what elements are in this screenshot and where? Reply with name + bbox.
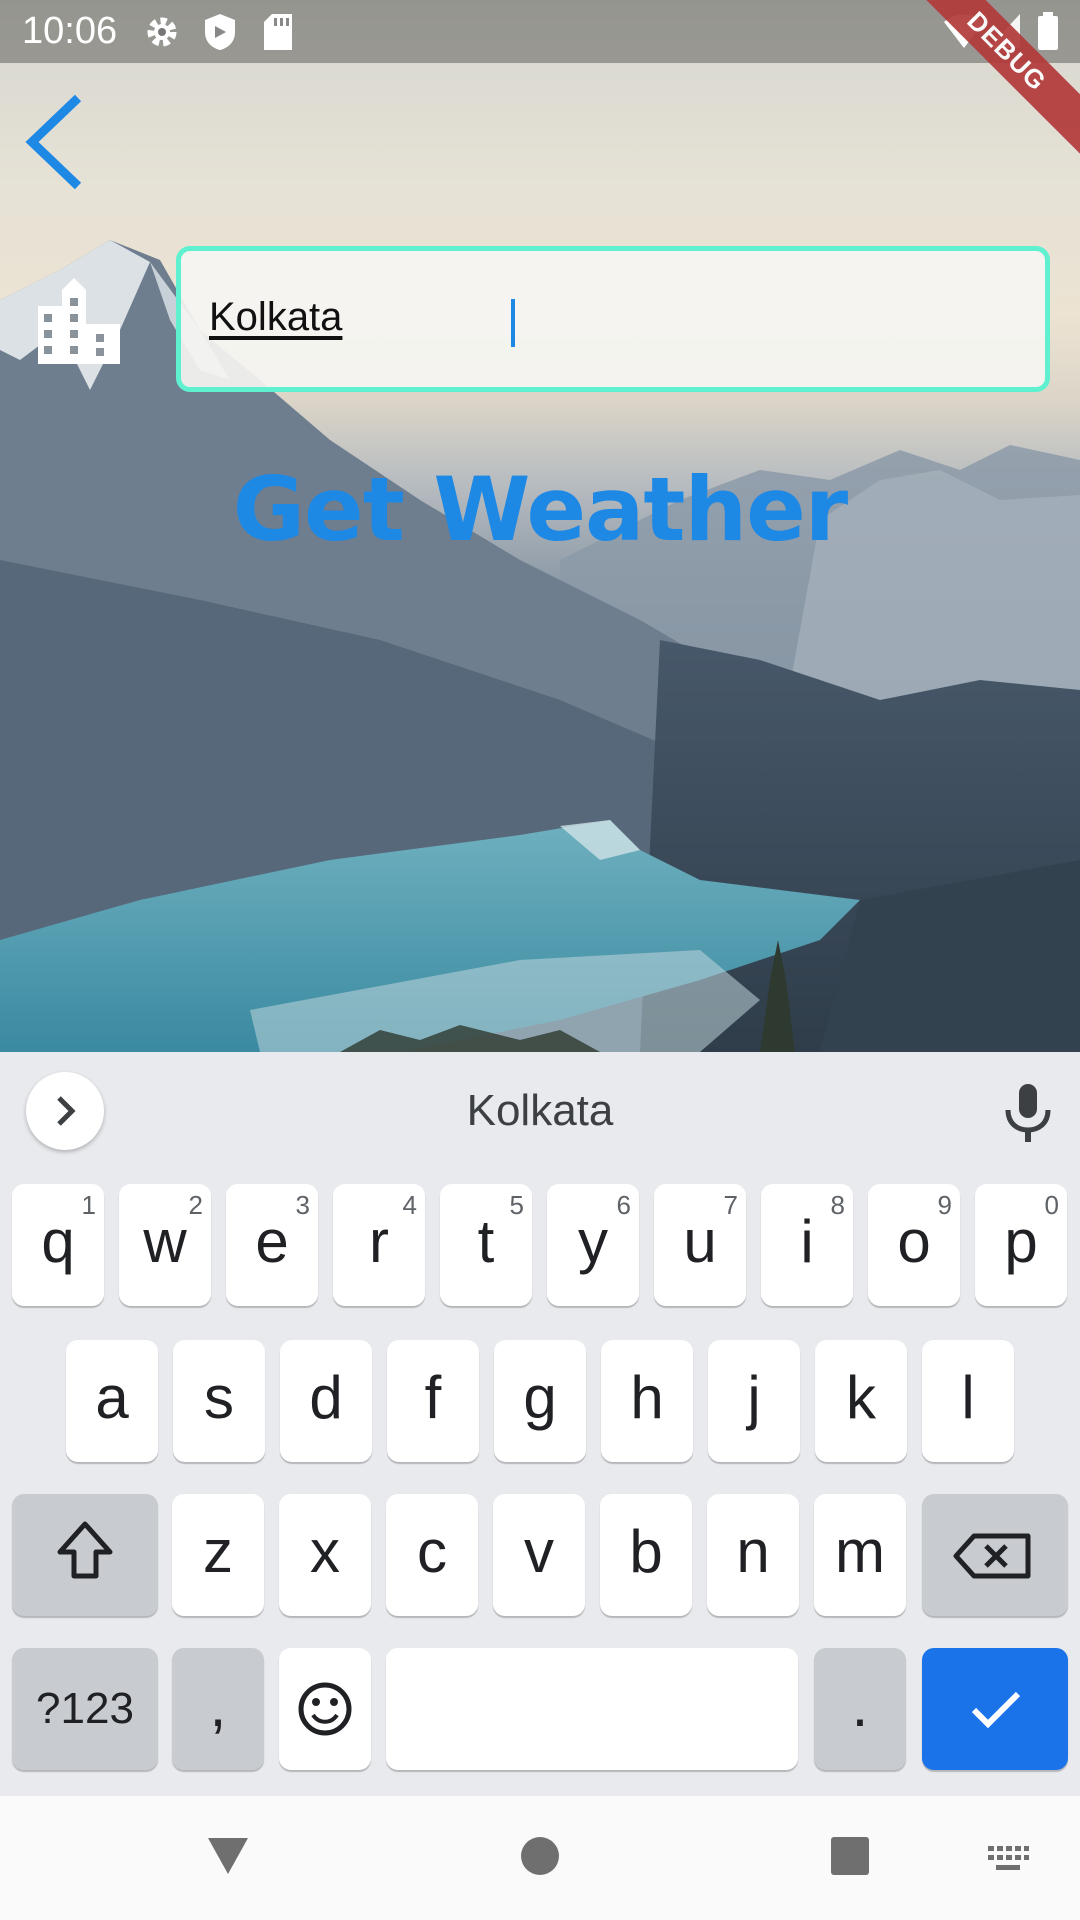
key-p[interactable]: p0 [975,1184,1067,1306]
emoji-key[interactable] [279,1648,371,1770]
key-number-hint: 8 [830,1190,845,1220]
key-l[interactable]: l [922,1340,1014,1462]
status-bar: 10:06 DEBUG [0,0,1080,162]
emoji-icon [298,1682,352,1736]
key-k[interactable]: k [815,1340,907,1462]
key-number-hint: 6 [616,1190,631,1220]
key-label: b [629,1518,663,1585]
key-number-hint: 1 [81,1190,96,1220]
key-x[interactable]: x [279,1494,371,1616]
space-key[interactable] [386,1648,798,1770]
key-f[interactable]: f [387,1340,479,1462]
text-cursor [511,299,515,347]
key-label: l [961,1364,975,1431]
key-w[interactable]: w2 [119,1184,211,1306]
key-g[interactable]: g [494,1340,586,1462]
shift-icon [57,1521,113,1579]
key-number-hint: 0 [1044,1190,1059,1220]
key-h[interactable]: h [601,1340,693,1462]
status-time: 10:06 [22,10,118,52]
key-a[interactable]: a [66,1340,158,1462]
key-number-hint: 5 [509,1190,524,1220]
battery-icon [1038,12,1058,50]
key-number-hint: 7 [723,1190,738,1220]
settings-icon [147,17,177,47]
key-number-hint: 2 [188,1190,203,1220]
navigation-bar [0,1796,1080,1920]
comma-key-label: , [209,1672,227,1739]
microphone-icon[interactable] [1000,1082,1056,1144]
key-u[interactable]: u7 [654,1184,746,1306]
key-label: h [630,1364,664,1431]
city-input-field[interactable]: Kolkata [176,246,1050,392]
symbols-key[interactable]: ?123 [12,1648,158,1770]
backspace-key[interactable] [922,1494,1068,1616]
key-label: m [835,1518,885,1585]
key-label: f [424,1364,442,1431]
city-input-value: Kolkata [209,295,343,339]
location-city-icon [38,278,120,364]
key-i[interactable]: i8 [761,1184,853,1306]
key-s[interactable]: s [173,1340,265,1462]
shift-key[interactable] [12,1494,158,1616]
key-label: j [747,1364,761,1431]
backspace-icon [953,1533,1031,1579]
key-n[interactable]: n [707,1494,799,1616]
done-key[interactable] [922,1648,1068,1770]
period-key[interactable]: . [814,1648,906,1770]
key-c[interactable]: c [386,1494,478,1616]
shield-icon [205,14,235,50]
get-weather-button[interactable]: Get Weather [0,458,1080,561]
check-icon [971,1691,1021,1729]
key-label: x [310,1518,340,1585]
key-t[interactable]: t5 [440,1184,532,1306]
symbols-key-label: ?123 [36,1684,134,1733]
key-d[interactable]: d [280,1340,372,1462]
key-label: a [95,1364,129,1431]
word-suggestion[interactable]: Kolkata [0,1086,1080,1136]
back-chevron-icon[interactable] [22,92,92,192]
key-label: g [523,1364,557,1431]
key-o[interactable]: o9 [868,1184,960,1306]
key-label: k [846,1364,876,1431]
key-e[interactable]: e3 [226,1184,318,1306]
back-triangle-icon[interactable] [206,1836,250,1876]
recents-square-icon[interactable] [830,1836,870,1876]
soft-keyboard: Kolkata ?123 , . q 1 w 2 e 3 r 4 t 5 y 6… [0,1052,1080,1796]
key-number-hint: 4 [402,1190,417,1220]
key-label: d [309,1364,343,1431]
key-j[interactable]: j [708,1340,800,1462]
key-label: z [203,1518,233,1585]
comma-key[interactable]: , [172,1648,264,1770]
key-label: c [417,1518,447,1585]
key-z[interactable]: z [172,1494,264,1616]
key-number-hint: 3 [295,1190,310,1220]
keyboard-switch-icon[interactable] [986,1844,1030,1874]
sd-card-icon [264,14,292,50]
key-label: n [736,1518,770,1585]
key-q[interactable]: q1 [12,1184,104,1306]
key-b[interactable]: b [600,1494,692,1616]
key-label: s [204,1364,234,1431]
period-key-label: . [851,1672,869,1739]
key-number-hint: 9 [937,1190,952,1220]
key-r[interactable]: r4 [333,1184,425,1306]
key-y[interactable]: y6 [547,1184,639,1306]
key-label: v [524,1518,554,1585]
suggestion-bar: Kolkata [0,1052,1080,1168]
key-v[interactable]: v [493,1494,585,1616]
key-m[interactable]: m [814,1494,906,1616]
home-circle-icon[interactable] [520,1836,560,1876]
